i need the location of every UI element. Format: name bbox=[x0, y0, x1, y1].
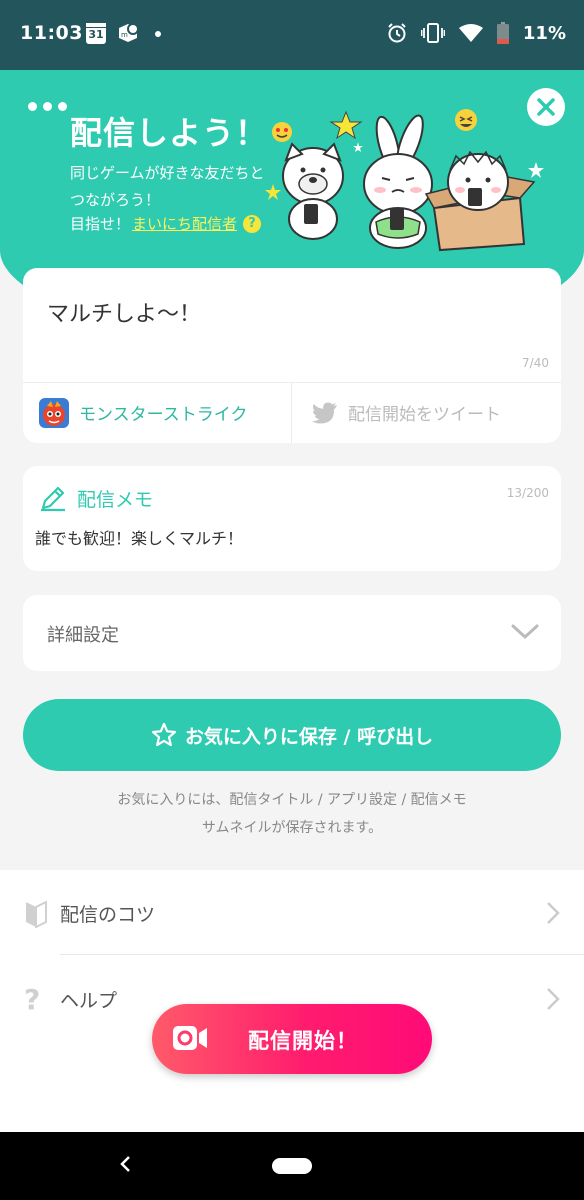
header-title: 配信しよう！ bbox=[70, 114, 269, 152]
favorite-note: お気に入りには、配信タイトル / アプリ設定 / 配信メモ サムネイルが保存され… bbox=[0, 786, 584, 842]
favorite-button-label: お気に入りに保存 / 呼び出し bbox=[184, 725, 434, 748]
more-menu-icon[interactable] bbox=[28, 102, 67, 111]
title-char-count: 7/40 bbox=[522, 356, 549, 370]
pencil-icon bbox=[41, 486, 65, 512]
daily-streamer-link[interactable]: まいにち配信者 bbox=[132, 213, 237, 234]
question-icon: ? bbox=[24, 982, 41, 1016]
status-bar: 11:03 31 m 11% bbox=[0, 0, 584, 70]
help-label: ヘルプ bbox=[60, 989, 118, 1012]
favorite-save-button[interactable]: お気に入りに保存 / 呼び出し bbox=[23, 699, 561, 771]
status-time: 11:03 bbox=[20, 22, 83, 44]
chevron-down-icon bbox=[511, 624, 539, 640]
calendar-icon: 31 bbox=[86, 23, 106, 44]
header-subtitle: 同じゲームが好きな友だちとつながろう！ bbox=[70, 164, 265, 209]
battery-percentage: 11% bbox=[522, 22, 566, 44]
list-item-tips[interactable]: 配信のコツ bbox=[0, 870, 584, 956]
tweet-toggle[interactable]: 配信開始をツイート bbox=[292, 382, 561, 443]
back-icon[interactable] bbox=[118, 1154, 132, 1174]
tips-label: 配信のコツ bbox=[60, 903, 156, 926]
beginner-mark-icon bbox=[26, 900, 47, 928]
twitter-icon bbox=[312, 402, 337, 423]
alarm-icon bbox=[388, 23, 406, 43]
game-name: モンスターストライク bbox=[79, 405, 248, 425]
memo-header: 配信メモ bbox=[39, 484, 153, 512]
app-notification-icon: m bbox=[119, 23, 139, 42]
header-goal: 目指せ！ まいにち配信者 ? bbox=[70, 213, 262, 234]
detail-settings-label: 詳細設定 bbox=[47, 625, 119, 646]
start-broadcast-label: 配信開始！ bbox=[248, 1029, 358, 1053]
goal-prefix: 目指せ！ bbox=[70, 215, 131, 233]
battery-icon bbox=[496, 22, 509, 44]
start-broadcast-button[interactable]: 配信開始！ bbox=[152, 1004, 432, 1074]
vibrate-icon bbox=[420, 23, 445, 43]
favorite-note-line1: お気に入りには、配信タイトル / アプリ設定 / 配信メモ bbox=[117, 792, 467, 808]
memo-text[interactable]: 誰でも歓迎！楽しくマルチ！ bbox=[35, 525, 243, 549]
svg-text:m: m bbox=[121, 31, 128, 39]
mascot-illustration bbox=[265, 109, 544, 252]
system-nav-bar bbox=[0, 1132, 584, 1200]
home-pill-button[interactable] bbox=[272, 1158, 312, 1174]
video-camera-icon bbox=[173, 1026, 207, 1050]
dot-icon bbox=[155, 31, 161, 37]
chevron-right-icon bbox=[547, 988, 560, 1010]
stream-memo-card[interactable]: 配信メモ 13/200 誰でも歓迎！楽しくマルチ！ bbox=[23, 466, 561, 571]
memo-label: 配信メモ bbox=[77, 488, 154, 511]
game-thumbnail bbox=[39, 397, 69, 428]
star-icon bbox=[151, 722, 177, 747]
detail-settings-dropdown[interactable]: 詳細設定 bbox=[23, 595, 561, 671]
tweet-label: 配信開始をツイート bbox=[348, 405, 501, 425]
chevron-right-icon bbox=[547, 902, 560, 924]
menu-list: 配信のコツ ? ヘルプ bbox=[0, 870, 584, 1132]
wifi-icon bbox=[458, 24, 483, 42]
game-select-button[interactable]: モンスターストライク bbox=[23, 382, 291, 443]
favorite-note-line2: サムネイルが保存されます。 bbox=[201, 820, 383, 836]
stream-title-card: マルチしよ〜！ 7/40 モンスターストライク 配信開始をツイート bbox=[23, 268, 561, 443]
memo-char-count: 13/200 bbox=[506, 486, 549, 500]
stream-title-input[interactable]: マルチしよ〜！ bbox=[47, 296, 201, 328]
divider bbox=[60, 954, 584, 955]
